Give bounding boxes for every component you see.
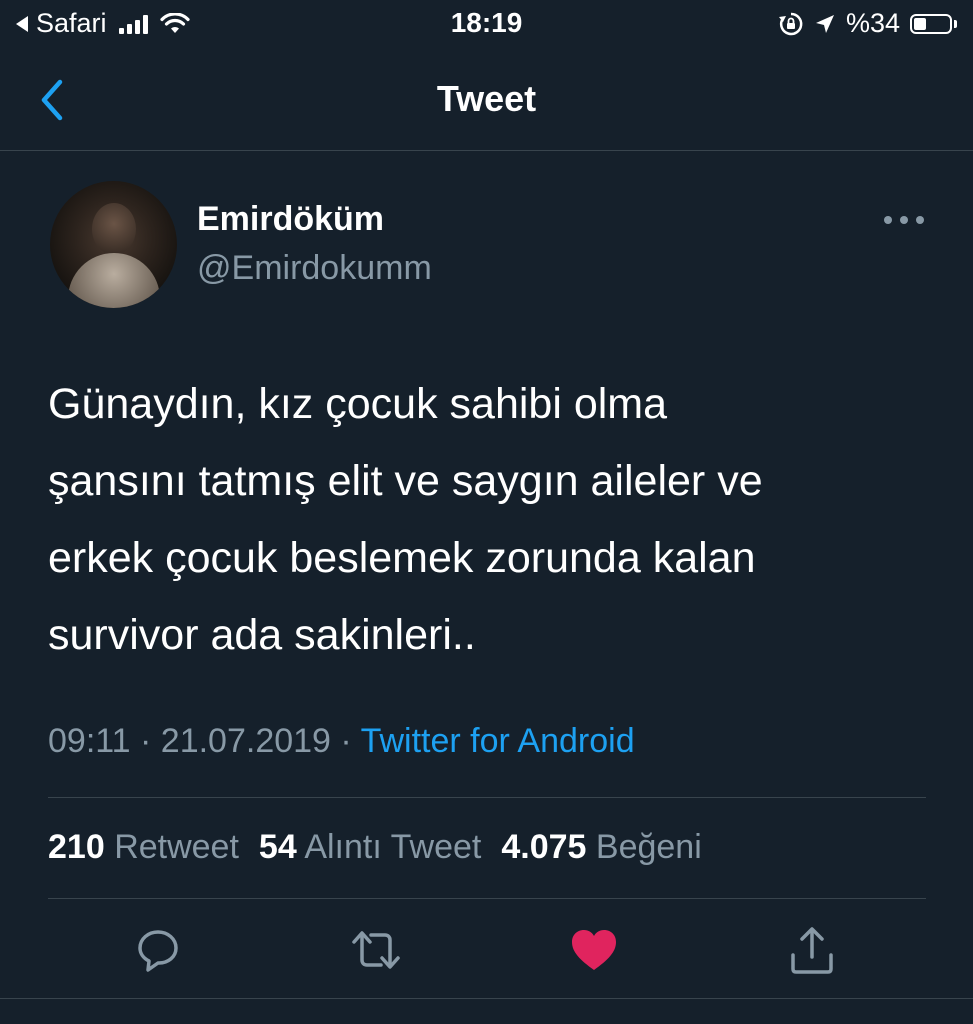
likes-label: Beğeni	[595, 828, 702, 866]
retweets-label: Retweet	[114, 828, 239, 866]
avatar-body	[68, 253, 160, 308]
tweet-screen: Safari 18:19 %34 Tweet Emirdöküm @Emirdo…	[0, 0, 973, 1024]
status-bar: Safari 18:19 %34	[0, 0, 973, 50]
tweet-meta: 09:11 · 21.07.2019 · Twitter for Android	[48, 722, 635, 761]
heart-icon	[572, 930, 616, 970]
author-name[interactable]: Emirdöküm	[197, 200, 384, 239]
location-arrow-icon	[815, 14, 834, 33]
battery-cap	[954, 19, 957, 28]
battery-icon	[910, 13, 952, 34]
avatar[interactable]	[50, 181, 177, 308]
share-button[interactable]	[782, 918, 842, 982]
avatar-head	[92, 203, 136, 255]
more-dot-icon	[900, 216, 908, 224]
like-button[interactable]	[564, 918, 624, 982]
tweet-text: Günaydın, kız çocuk sahibi olma şansını …	[48, 380, 763, 659]
divider	[48, 898, 926, 899]
retweet-icon	[352, 931, 400, 969]
share-icon	[791, 927, 833, 974]
status-indicators: %34	[778, 8, 957, 39]
reply-icon	[138, 930, 178, 972]
tweet-date: 21.07.2019	[160, 722, 331, 760]
author-handle[interactable]: @Emirdokumm	[197, 249, 432, 288]
retweet-button[interactable]	[346, 918, 406, 982]
meta-separator: ·	[340, 722, 352, 760]
more-dot-icon	[884, 216, 892, 224]
divider	[48, 797, 926, 798]
tweet-stats: 210 Retweet 54 Alıntı Tweet 4.075 Beğeni	[48, 828, 702, 867]
retweets-count: 210	[48, 828, 105, 866]
likes-count: 4.075	[501, 828, 587, 866]
battery-percentage: %34	[845, 8, 900, 38]
battery-fill	[914, 17, 926, 30]
nav-header: Tweet	[0, 50, 973, 151]
page-title: Tweet	[436, 78, 537, 119]
meta-separator: ·	[140, 722, 152, 760]
quotes-label: Alıntı Tweet	[304, 828, 482, 866]
tweet-time: 09:11	[48, 722, 131, 760]
likes-stat[interactable]: 4.075 Beğeni	[501, 828, 701, 867]
retweets-stat[interactable]: 210 Retweet	[48, 828, 239, 867]
more-options-button[interactable]	[884, 208, 924, 232]
reply-button[interactable]	[128, 918, 188, 982]
tweet-source-link[interactable]: Twitter for Android	[361, 722, 635, 760]
bottom-divider	[0, 998, 973, 999]
more-dot-icon	[916, 216, 924, 224]
tweet-actions	[0, 918, 973, 988]
orientation-lock-icon	[778, 12, 803, 35]
quotes-stat[interactable]: 54 Alıntı Tweet	[259, 828, 481, 867]
quotes-count: 54	[258, 828, 297, 866]
